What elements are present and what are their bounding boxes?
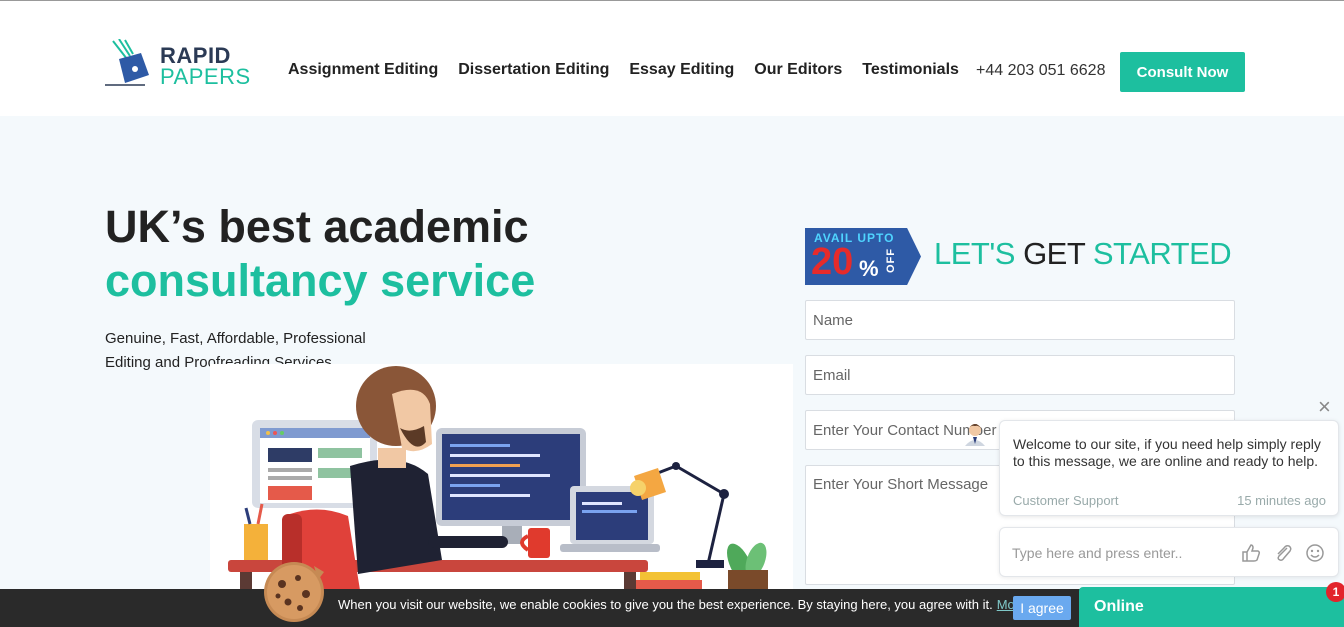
- nav-our-editors[interactable]: Our Editors: [754, 61, 842, 79]
- nav-essay-editing[interactable]: Essay Editing: [629, 61, 734, 79]
- chat-online-bar[interactable]: Online: [1079, 587, 1344, 627]
- cookie-message: When you visit our website, we enable co…: [338, 597, 1030, 612]
- cookie-text: When you visit our website, we enable co…: [338, 597, 993, 612]
- name-field[interactable]: [805, 300, 1235, 340]
- chat-status-label: Online: [1094, 598, 1144, 615]
- logo-line1: RAPID: [160, 43, 231, 68]
- chat-input[interactable]: [1012, 542, 1232, 564]
- chat-input-container: [999, 527, 1339, 577]
- hero-subtitle-line1: Genuine, Fast, Affordable, Professional: [105, 330, 366, 347]
- chat-message-text: Welcome to our site, if you need help si…: [1013, 436, 1321, 469]
- form-heading-started: STARTED: [1084, 236, 1232, 271]
- chat-notification-badge: 1: [1326, 582, 1344, 602]
- hero-title: UK’s best academic consultancy service: [105, 200, 535, 308]
- nav-dissertation-editing[interactable]: Dissertation Editing: [458, 61, 609, 79]
- form-heading: LET'S GET STARTED: [934, 236, 1232, 272]
- smiley-icon[interactable]: [1304, 542, 1326, 564]
- close-icon[interactable]: ×: [1318, 396, 1331, 418]
- cookie-agree-button[interactable]: I agree: [1013, 596, 1071, 620]
- form-heading-get: GET: [1023, 236, 1085, 271]
- nav-assignment-editing[interactable]: Assignment Editing: [288, 61, 438, 79]
- pen-nib-icon: [105, 38, 149, 86]
- paperclip-icon[interactable]: [1272, 542, 1294, 564]
- promo-percent: %: [859, 256, 879, 281]
- nav-testimonials[interactable]: Testimonials: [862, 61, 959, 79]
- site-header: RAPID PAPERS Assignment Editing Disserta…: [0, 1, 1344, 116]
- chat-sender: Customer Support: [1013, 493, 1119, 508]
- form-heading-lets: LET'S: [934, 236, 1024, 271]
- logo-line2: PAPERS: [160, 64, 251, 89]
- main-nav: Assignment Editing Dissertation Editing …: [288, 61, 959, 79]
- promo-number: 20: [811, 241, 854, 283]
- phone-number[interactable]: +44 203 051 6628: [976, 62, 1105, 80]
- rapid-papers-logo[interactable]: RAPID PAPERS: [105, 38, 265, 89]
- promo-off: OFF: [885, 248, 897, 273]
- email-field[interactable]: [805, 355, 1235, 395]
- chat-timestamp: 15 minutes ago: [1237, 493, 1326, 508]
- cookie-icon: [262, 556, 330, 624]
- chat-message-bubble: Welcome to our site, if you need help si…: [999, 420, 1339, 516]
- consult-now-button[interactable]: Consult Now: [1120, 52, 1245, 92]
- support-avatar: [962, 420, 988, 446]
- hero-title-line2: consultancy service: [105, 255, 536, 306]
- discount-promo-badge: AVAIL UPTO 20 % OFF: [805, 228, 921, 285]
- hero-title-line1: UK’s best academic: [105, 201, 529, 252]
- thumbs-up-icon[interactable]: [1240, 542, 1262, 564]
